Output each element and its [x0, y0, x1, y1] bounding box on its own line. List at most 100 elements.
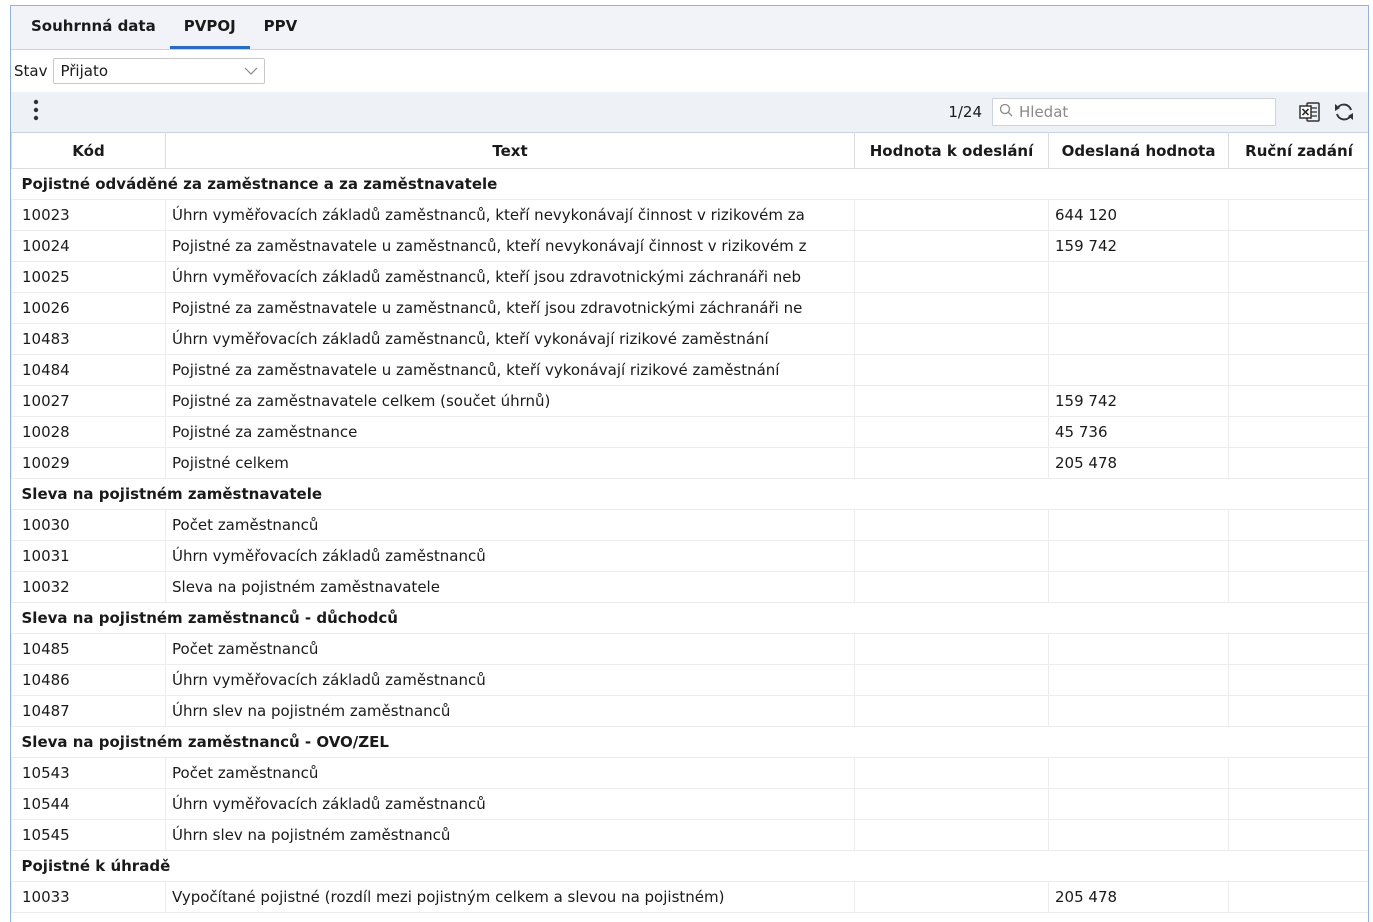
cell-odeslana-hodnota[interactable] — [1048, 819, 1229, 851]
cell-rucni-zadani[interactable] — [1228, 323, 1368, 355]
cell-odeslana-hodnota[interactable] — [1048, 540, 1229, 572]
search-box[interactable] — [992, 98, 1276, 126]
table-row[interactable]: 10483 Úhrn vyměřovacích základů zaměstnan… — [11, 323, 1368, 355]
cell-hodnota-k-odeslani[interactable] — [854, 819, 1049, 851]
cell-kod[interactable]: 10485 — [11, 633, 166, 665]
table-row[interactable]: 10484 Pojistné za zaměstnavatele u zaměst… — [11, 354, 1368, 386]
column-header-hodnota-k-odeslani[interactable]: Hodnota k odeslání — [854, 132, 1049, 169]
cell-text[interactable]: Úhrn slev na pojistném zaměstnanců — [165, 819, 855, 851]
cell-hodnota-k-odeslani[interactable] — [854, 292, 1049, 324]
cell-hodnota-k-odeslani[interactable] — [854, 199, 1049, 231]
stav-select[interactable]: Přijato — [53, 58, 266, 84]
more-vertical-icon[interactable] — [33, 99, 39, 126]
table-row[interactable]: 10033 Vypočítané pojistné (rozdíl mezi po… — [11, 881, 1368, 913]
cell-rucni-zadani[interactable] — [1228, 881, 1368, 913]
cell-kod[interactable]: 10024 — [11, 230, 166, 262]
cell-hodnota-k-odeslani[interactable] — [854, 757, 1049, 789]
search-input[interactable] — [1019, 103, 1259, 121]
cell-odeslana-hodnota[interactable] — [1048, 323, 1229, 355]
cell-text[interactable]: Úhrn vyměřovacích základů zaměstnanců — [165, 664, 855, 696]
cell-kod[interactable]: 10544 — [11, 788, 166, 820]
cell-kod[interactable]: 10027 — [11, 385, 166, 417]
cell-hodnota-k-odeslani[interactable] — [854, 633, 1049, 665]
cell-kod[interactable]: 10545 — [11, 819, 166, 851]
cell-kod[interactable]: 10023 — [11, 199, 166, 231]
cell-text[interactable]: Úhrn slev na pojistném zaměstnanců — [165, 695, 855, 727]
cell-hodnota-k-odeslani[interactable] — [854, 323, 1049, 355]
cell-text[interactable]: Úhrn vyměřovacích základů zaměstnanců, k… — [165, 323, 855, 355]
table-row[interactable]: 10543 Počet zaměstnanců — [11, 757, 1368, 789]
tab-ppv[interactable]: PPV — [250, 7, 312, 49]
cell-hodnota-k-odeslani[interactable] — [854, 881, 1049, 913]
tab-souhrnna-data[interactable]: Souhrnná data — [17, 7, 170, 49]
column-header-kod[interactable]: Kód — [11, 132, 166, 169]
cell-kod[interactable]: 10025 — [11, 261, 166, 293]
cell-kod[interactable]: 10029 — [11, 447, 166, 479]
cell-rucni-zadani[interactable] — [1228, 664, 1368, 696]
cell-odeslana-hodnota[interactable] — [1048, 788, 1229, 820]
cell-text[interactable]: Úhrn vyměřovacích základů zaměstnanců — [165, 540, 855, 572]
table-row[interactable]: 10544 Úhrn vyměřovacích základů zaměstnan… — [11, 788, 1368, 820]
cell-text[interactable]: Pojistné za zaměstnavatele celkem (souče… — [165, 385, 855, 417]
cell-text[interactable]: Pojistné za zaměstnavatele u zaměstnanců… — [165, 292, 855, 324]
cell-odeslana-hodnota[interactable] — [1048, 757, 1229, 789]
table-row[interactable]: 10029 Pojistné celkem 205 478 — [11, 447, 1368, 479]
table-row[interactable]: 10026 Pojistné za zaměstnavatele u zaměst… — [11, 292, 1368, 324]
table-row[interactable]: 10027 Pojistné za zaměstnavatele celkem (… — [11, 385, 1368, 417]
cell-kod[interactable]: 10487 — [11, 695, 166, 727]
tab-pvpoj[interactable]: PVPOJ — [169, 7, 250, 49]
cell-kod[interactable]: 10543 — [11, 757, 166, 789]
cell-odeslana-hodnota[interactable] — [1048, 354, 1229, 386]
table-row[interactable]: 10487 Úhrn slev na pojistném zaměstnanců — [11, 695, 1368, 727]
cell-text[interactable]: Úhrn vyměřovacích základů zaměstnanců, k… — [165, 199, 855, 231]
cell-text[interactable]: Úhrn vyměřovacích základů zaměstnanců — [165, 788, 855, 820]
cell-hodnota-k-odeslani[interactable] — [854, 354, 1049, 386]
table-row[interactable]: 10030 Počet zaměstnanců — [11, 509, 1368, 541]
cell-odeslana-hodnota[interactable]: 205 478 — [1048, 881, 1229, 913]
cell-rucni-zadani[interactable] — [1228, 633, 1368, 665]
cell-odeslana-hodnota[interactable] — [1048, 509, 1229, 541]
cell-hodnota-k-odeslani[interactable] — [854, 509, 1049, 541]
table-row[interactable]: 10025 Úhrn vyměřovacích základů zaměstnan… — [11, 261, 1368, 293]
cell-text[interactable]: Sleva na pojistném zaměstnavatele — [165, 571, 855, 603]
cell-odeslana-hodnota[interactable]: 159 742 — [1048, 230, 1229, 262]
cell-rucni-zadani[interactable] — [1228, 416, 1368, 448]
cell-text[interactable]: Pojistné celkem — [165, 447, 855, 479]
cell-text[interactable]: Počet zaměstnanců — [165, 757, 855, 789]
table-row[interactable]: 10028 Pojistné za zaměstnance 45 736 — [11, 416, 1368, 448]
cell-odeslana-hodnota[interactable] — [1048, 664, 1229, 696]
cell-hodnota-k-odeslani[interactable] — [854, 788, 1049, 820]
cell-odeslana-hodnota[interactable] — [1048, 695, 1229, 727]
cell-rucni-zadani[interactable] — [1228, 292, 1368, 324]
cell-kod[interactable]: 10032 — [11, 571, 166, 603]
cell-rucni-zadani[interactable] — [1228, 788, 1368, 820]
cell-text[interactable]: Počet zaměstnanců — [165, 633, 855, 665]
cell-kod[interactable]: 10031 — [11, 540, 166, 572]
column-header-rucni-zadani[interactable]: Ruční zadání — [1228, 132, 1368, 169]
cell-rucni-zadani[interactable] — [1228, 199, 1368, 231]
cell-odeslana-hodnota[interactable] — [1048, 571, 1229, 603]
cell-text[interactable]: Pojistné za zaměstnavatele u zaměstnanců… — [165, 354, 855, 386]
cell-rucni-zadani[interactable] — [1228, 261, 1368, 293]
cell-odeslana-hodnota[interactable]: 45 736 — [1048, 416, 1229, 448]
cell-text[interactable]: Pojistné za zaměstnavatele u zaměstnanců… — [165, 230, 855, 262]
cell-hodnota-k-odeslani[interactable] — [854, 664, 1049, 696]
cell-kod[interactable]: 10028 — [11, 416, 166, 448]
cell-rucni-zadani[interactable] — [1228, 571, 1368, 603]
column-header-text[interactable]: Text — [165, 132, 855, 169]
cell-hodnota-k-odeslani[interactable] — [854, 540, 1049, 572]
cell-kod[interactable]: 10486 — [11, 664, 166, 696]
table-row[interactable]: 10486 Úhrn vyměřovacích základů zaměstnan… — [11, 664, 1368, 696]
cell-hodnota-k-odeslani[interactable] — [854, 261, 1049, 293]
cell-odeslana-hodnota[interactable] — [1048, 292, 1229, 324]
table-row[interactable]: 10032 Sleva na pojistném zaměstnavatele — [11, 571, 1368, 603]
cell-rucni-zadani[interactable] — [1228, 819, 1368, 851]
cell-text[interactable]: Úhrn vyměřovacích základů zaměstnanců, k… — [165, 261, 855, 293]
cell-rucni-zadani[interactable] — [1228, 695, 1368, 727]
cell-rucni-zadani[interactable] — [1228, 757, 1368, 789]
cell-text[interactable]: Počet zaměstnanců — [165, 509, 855, 541]
cell-odeslana-hodnota[interactable]: 644 120 — [1048, 199, 1229, 231]
table-row[interactable]: 10545 Úhrn slev na pojistném zaměstnanců — [11, 819, 1368, 851]
cell-hodnota-k-odeslani[interactable] — [854, 385, 1049, 417]
cell-kod[interactable]: 10483 — [11, 323, 166, 355]
